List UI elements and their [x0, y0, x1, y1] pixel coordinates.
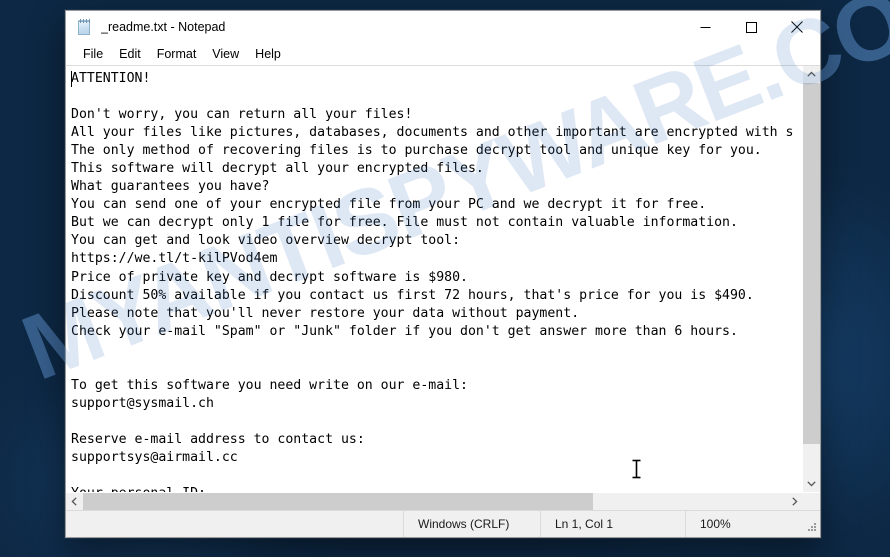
vertical-scrollbar[interactable] — [802, 66, 820, 492]
vertical-scroll-track[interactable] — [803, 83, 820, 475]
resize-grip-icon[interactable] — [805, 522, 817, 534]
menu-item-format[interactable]: Format — [149, 45, 205, 63]
status-encoding: Windows (CRLF) — [403, 511, 540, 537]
menu-item-help[interactable]: Help — [247, 45, 289, 63]
scrollbar-corner — [803, 493, 820, 510]
menu-item-view[interactable]: View — [204, 45, 247, 63]
status-cursor-position: Ln 1, Col 1 — [540, 511, 685, 537]
editor-row: ATTENTION! Don't worry, you can return a… — [66, 66, 820, 492]
minimize-button[interactable] — [682, 11, 728, 43]
scroll-left-arrow-icon[interactable] — [66, 493, 83, 510]
notepad-window: _readme.txt - Notepad File Edit Format V… — [65, 10, 821, 538]
close-button[interactable] — [774, 11, 820, 43]
status-zoom-level: 100% — [685, 511, 820, 537]
horizontal-scroll-thumb[interactable] — [83, 493, 593, 510]
editor-area: ATTENTION! Don't worry, you can return a… — [66, 65, 820, 510]
status-bar: Windows (CRLF) Ln 1, Col 1 100% — [66, 510, 820, 537]
scroll-up-arrow-icon[interactable] — [803, 66, 820, 83]
window-controls — [682, 11, 820, 43]
vertical-scroll-thumb[interactable] — [803, 83, 820, 444]
scroll-down-arrow-icon[interactable] — [803, 475, 820, 492]
menu-bar: File Edit Format View Help — [66, 43, 820, 65]
menu-item-edit[interactable]: Edit — [111, 45, 149, 63]
menu-item-file[interactable]: File — [75, 45, 111, 63]
title-bar[interactable]: _readme.txt - Notepad — [66, 11, 820, 43]
readme-text-content: ATTENTION! Don't worry, you can return a… — [71, 71, 794, 492]
desktop-background: MYANTISPYWARE.COM _readme.txt - Notepad — [0, 0, 890, 557]
notepad-icon — [76, 18, 93, 36]
title-bar-left: _readme.txt - Notepad — [66, 18, 682, 36]
horizontal-scrollbar[interactable] — [66, 492, 820, 510]
scroll-right-arrow-icon[interactable] — [786, 493, 803, 510]
window-title: _readme.txt - Notepad — [101, 20, 226, 34]
text-editor-surface[interactable]: ATTENTION! Don't worry, you can return a… — [66, 66, 802, 492]
maximize-button[interactable] — [728, 11, 774, 43]
text-caret — [71, 71, 72, 87]
horizontal-scroll-track[interactable] — [83, 493, 786, 510]
